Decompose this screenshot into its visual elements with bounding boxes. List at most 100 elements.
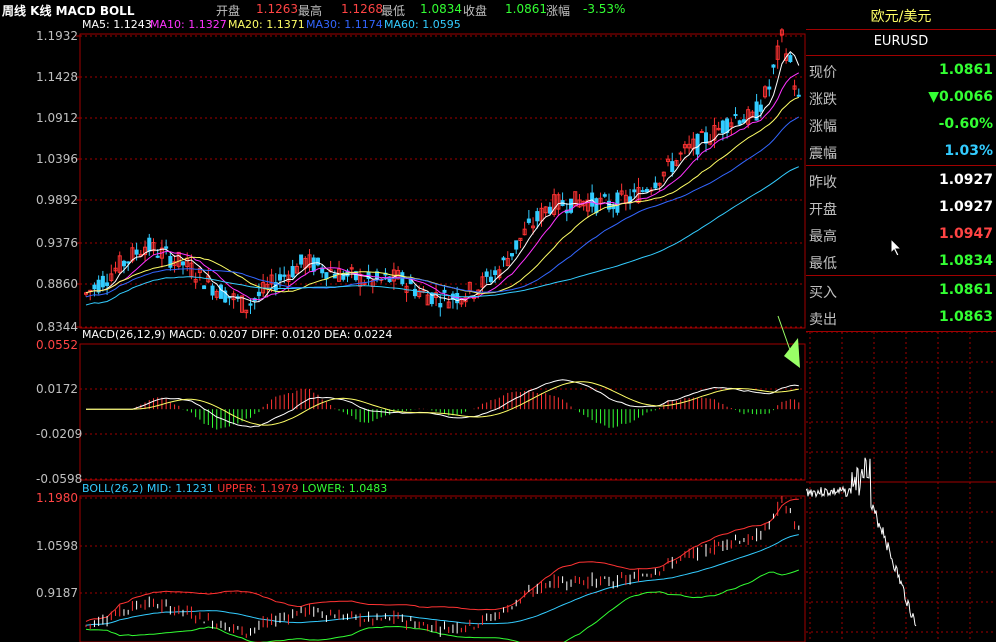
candle-body bbox=[324, 272, 329, 280]
quote-label: 现价 bbox=[809, 65, 837, 81]
quote-label: 最高 bbox=[809, 229, 837, 245]
intraday-mini-chart[interactable] bbox=[806, 332, 996, 642]
quote-label: 卖出 bbox=[809, 312, 837, 328]
green-arrow-icon bbox=[777, 315, 791, 351]
boll-legend: BOLL(26,2) MID: 1.1231 UPPER: 1.1979 LOW… bbox=[82, 482, 387, 495]
quote-row-amplitude: 震幅 1.03% bbox=[806, 138, 996, 164]
candle-body bbox=[278, 274, 283, 281]
price-axis-label: 0.8344 bbox=[36, 320, 78, 334]
candle-body bbox=[96, 279, 101, 293]
candle-body bbox=[695, 133, 700, 155]
candle-body bbox=[290, 266, 295, 278]
candle-body bbox=[632, 189, 637, 193]
candle-body bbox=[615, 192, 620, 213]
macd-axis-label: -0.0209 bbox=[36, 427, 83, 441]
candle-body bbox=[569, 198, 574, 213]
macd-dea: DEA: 0.0224 bbox=[323, 328, 393, 341]
quote-row-bid: 买入 1.0861 bbox=[806, 277, 996, 303]
price-axis-label: 1.0396 bbox=[36, 152, 78, 166]
boll-upper-line bbox=[85, 498, 799, 622]
quote-row-ask: 卖出 1.0863 bbox=[806, 304, 996, 330]
price-axis-label: 1.1932 bbox=[36, 29, 78, 43]
candle-body bbox=[720, 120, 725, 134]
candle-body bbox=[100, 275, 105, 288]
candle-body bbox=[771, 64, 776, 68]
candle-body bbox=[594, 198, 599, 214]
candle-body bbox=[218, 284, 223, 299]
candle-body bbox=[640, 190, 645, 193]
quote-row-prev-close: 昨收 1.0927 bbox=[806, 167, 996, 193]
candle-body bbox=[248, 303, 253, 306]
candle-body bbox=[126, 261, 131, 264]
green-arrow-icon bbox=[784, 338, 800, 368]
quote-value: 1.0861 bbox=[938, 62, 993, 78]
candle-body bbox=[121, 260, 126, 267]
candle-body bbox=[758, 104, 763, 112]
quote-value: 1.0927 bbox=[938, 172, 993, 188]
quote-row-change: 涨跌 ▼0.0066 bbox=[806, 84, 996, 110]
candle-body bbox=[105, 282, 110, 286]
candle-body bbox=[168, 255, 173, 268]
quote-label: 最低 bbox=[809, 256, 837, 272]
quote-value: 1.0863 bbox=[938, 309, 993, 325]
macd-diff-line bbox=[86, 379, 799, 428]
price-axis-label: 0.9376 bbox=[36, 236, 78, 250]
candle-body bbox=[134, 249, 139, 255]
macd-axis-label: 0.0172 bbox=[36, 382, 78, 396]
boll-axis-label: 0.9187 bbox=[36, 586, 78, 600]
kline-chart-canvas[interactable] bbox=[0, 0, 806, 642]
candle-body bbox=[526, 218, 531, 223]
candle-body bbox=[501, 257, 506, 261]
candle-body bbox=[92, 284, 97, 290]
quote-value: 1.0927 bbox=[938, 199, 993, 215]
quote-value: 1.03% bbox=[944, 143, 993, 159]
candle-body bbox=[493, 270, 498, 276]
candle-body bbox=[733, 114, 738, 117]
quote-row-current: 现价 1.0861 bbox=[806, 57, 996, 83]
mouse-cursor-icon bbox=[890, 238, 903, 257]
candle-body bbox=[725, 118, 730, 133]
candle-body bbox=[737, 120, 742, 125]
macd-diff: DIFF: 0.0120 bbox=[251, 328, 321, 341]
macd-dea-line bbox=[86, 381, 799, 426]
candle-body bbox=[202, 285, 207, 290]
candle-body bbox=[282, 274, 287, 277]
candle-body bbox=[703, 132, 708, 144]
boll-axis-label: 1.1980 bbox=[36, 491, 78, 505]
candle-body bbox=[210, 285, 215, 296]
macd-legend: MACD(26,12,9) MACD: 0.0207 DIFF: 0.0120 … bbox=[82, 328, 392, 341]
macd-panel-frame bbox=[79, 343, 806, 481]
price-axis-label: 1.0912 bbox=[36, 111, 78, 125]
candle-body bbox=[678, 152, 683, 155]
instrument-name: 欧元/美元 bbox=[870, 9, 932, 25]
quote-value: 1.0861 bbox=[938, 282, 993, 298]
candle-body bbox=[438, 303, 443, 308]
candle-body bbox=[155, 255, 160, 258]
macd-axis-label: -0.0598 bbox=[36, 472, 83, 486]
candle-body bbox=[299, 254, 304, 265]
candle-body bbox=[311, 257, 316, 272]
quote-label: 开盘 bbox=[809, 202, 837, 218]
macd-legend-label: MACD(26,12,9) MACD: 0.0207 bbox=[82, 328, 248, 341]
candle-body bbox=[147, 237, 152, 252]
price-axis-label: 0.9892 bbox=[36, 193, 78, 207]
boll-lower: LOWER: 1.0483 bbox=[302, 482, 388, 495]
boll-mid: BOLL(26,2) MID: 1.1231 bbox=[82, 482, 214, 495]
candle-body bbox=[653, 182, 658, 189]
candle-body bbox=[164, 246, 169, 249]
candle-body bbox=[767, 86, 772, 90]
quote-value: 1.0834 bbox=[938, 253, 993, 269]
candle-body bbox=[509, 253, 514, 257]
candle-body bbox=[514, 240, 519, 250]
quote-label: 买入 bbox=[809, 285, 837, 301]
candle-body bbox=[535, 211, 540, 222]
quote-label: 震幅 bbox=[809, 146, 837, 162]
quote-value: ▼0.0066 bbox=[928, 89, 993, 105]
quote-label: 涨跌 bbox=[809, 92, 837, 108]
candle-body bbox=[315, 257, 320, 266]
candle-body bbox=[602, 194, 607, 197]
candle-body bbox=[796, 94, 801, 97]
price-axis-label: 1.1428 bbox=[36, 70, 78, 84]
candle-body bbox=[788, 55, 793, 63]
quote-label: 涨幅 bbox=[809, 119, 837, 135]
